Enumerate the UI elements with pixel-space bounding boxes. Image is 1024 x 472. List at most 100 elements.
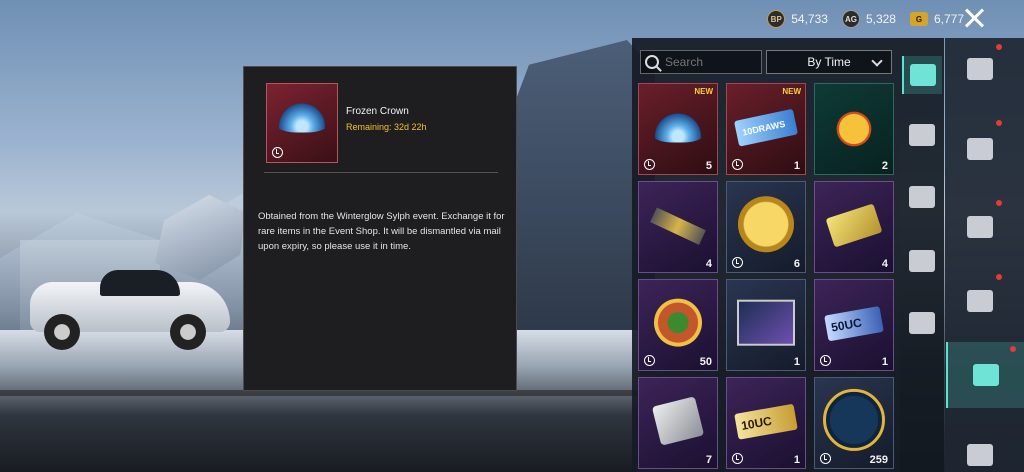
currency-g: G 6,777 <box>909 12 964 26</box>
clock-icon <box>644 159 655 170</box>
divider <box>264 172 498 173</box>
currency-bp: BP 54,733 <box>767 10 828 28</box>
item-tile-gold-coin[interactable]: 6 <box>726 181 806 273</box>
sale-tag-icon <box>909 124 935 146</box>
currency-bar: BP 54,733 AG 5,328 G 6,777 <box>767 8 964 30</box>
item-tile-chicken-emote[interactable]: 2 <box>814 83 894 175</box>
item-tile-uc-voucher-50[interactable]: 50UC 1 <box>814 279 894 371</box>
category-storage[interactable] <box>902 304 942 342</box>
item-count: 1 <box>881 356 888 368</box>
category-rail[interactable] <box>902 178 942 216</box>
item-tile-medal[interactable]: 50 <box>638 279 718 371</box>
currency-ag: AG 5,328 <box>841 10 896 28</box>
clock-icon <box>732 453 743 464</box>
item-tile-draw-ticket[interactable]: NEW 10DRAWS 1 <box>726 83 806 175</box>
item-count: 2 <box>881 160 888 172</box>
photo-frame-icon <box>737 299 795 346</box>
bp-amount: 54,733 <box>791 12 828 26</box>
firework-rocket-icon <box>823 388 885 451</box>
notification-dot <box>996 44 1002 50</box>
category-vehicle[interactable] <box>950 196 1010 258</box>
item-description: Obtained from the Winterglow Sylph event… <box>258 211 505 252</box>
item-count: 6 <box>793 258 800 270</box>
g-amount: 6,777 <box>933 12 964 26</box>
category-sale[interactable] <box>902 116 942 154</box>
item-count: 4 <box>881 258 888 270</box>
bp-coin-icon: BP <box>767 10 786 28</box>
g-coin-icon: G <box>909 12 928 26</box>
fire-icon <box>909 250 935 272</box>
search-box[interactable] <box>640 50 762 74</box>
ag-coin-icon: AG <box>841 10 860 28</box>
category-character[interactable] <box>950 38 1010 100</box>
search-input[interactable] <box>665 55 755 69</box>
pistol-icon <box>967 138 993 160</box>
clock-icon <box>820 453 831 464</box>
storage-box-icon <box>909 312 935 334</box>
car-window <box>100 270 180 296</box>
close-icon[interactable] <box>962 6 986 30</box>
item-count: 259 <box>869 454 888 466</box>
gold-coin-icon <box>738 196 794 253</box>
item-count: 1 <box>793 356 800 368</box>
new-badge: NEW <box>694 87 713 96</box>
item-detail-panel: Frozen Crown Remaining: 32d 22h Obtained… <box>243 66 517 391</box>
item-count: 4 <box>705 258 712 270</box>
gold-card-icon <box>825 203 883 248</box>
armor-icon <box>967 290 993 312</box>
notification-dot <box>996 274 1002 280</box>
frozen-crown-icon <box>273 102 331 133</box>
sort-dropdown[interactable]: By Time <box>766 50 892 74</box>
item-count: 7 <box>705 454 712 466</box>
chicken-emote-icon <box>832 104 876 149</box>
item-tile-silver-ticket[interactable]: 7 <box>638 377 718 469</box>
notification-dot <box>996 200 1002 206</box>
car-wheel <box>170 314 206 350</box>
frozen-crown-icon <box>649 112 707 143</box>
car-wheel <box>44 314 80 350</box>
category-column-primary <box>900 38 944 472</box>
silver-ticket-icon <box>651 396 705 446</box>
category-crate[interactable] <box>902 56 942 94</box>
chevron-down-icon <box>871 55 883 67</box>
category-fire[interactable] <box>902 242 942 280</box>
notification-dot <box>1010 346 1016 352</box>
item-tile-uc-voucher-10[interactable]: 10UC 1 <box>726 377 806 469</box>
crate-icon <box>910 64 936 86</box>
sort-value: By Time <box>807 55 851 69</box>
item-remaining-time: Remaining: 32d 22h <box>346 122 427 132</box>
category-avatar[interactable] <box>950 424 1010 472</box>
character-icon <box>967 58 993 80</box>
item-count: 5 <box>705 160 712 172</box>
uc-voucher-icon: 50UC <box>824 306 884 342</box>
clock-icon <box>272 147 283 158</box>
category-weapon[interactable] <box>950 118 1010 180</box>
gun-part-icon <box>650 207 706 245</box>
rail-icon <box>909 186 935 208</box>
clock-icon <box>820 355 831 366</box>
box-icon <box>973 364 999 386</box>
inventory-panel: By Time NEW 5 NEW 10DRAWS 1 2 4 <box>632 38 900 472</box>
item-tile-firework-rocket[interactable]: 259 <box>814 377 894 469</box>
search-icon <box>645 55 659 69</box>
item-tile-photo-frame[interactable]: 1 <box>726 279 806 371</box>
sports-car <box>30 268 230 350</box>
item-thumbnail <box>266 83 338 163</box>
new-badge: NEW <box>782 87 801 96</box>
uc-voucher-icon: 10UC <box>734 403 798 440</box>
item-count: 1 <box>793 160 800 172</box>
avatar-icon <box>967 444 993 466</box>
item-tile-frozen-crown[interactable]: NEW 5 <box>638 83 718 175</box>
item-tile-gold-card[interactable]: 4 <box>814 181 894 273</box>
category-box[interactable] <box>946 342 1024 408</box>
item-count: 50 <box>699 356 712 368</box>
item-name: Frozen Crown <box>346 106 409 117</box>
clock-icon <box>644 355 655 366</box>
notification-dot <box>996 120 1002 126</box>
ticket-text: 10DRAWS <box>741 118 787 138</box>
item-tile-gun-part[interactable]: 4 <box>638 181 718 273</box>
steering-wheel-icon <box>967 216 993 238</box>
category-armor[interactable] <box>950 270 1010 332</box>
clock-icon <box>732 159 743 170</box>
draw-ticket-icon: 10DRAWS <box>733 108 799 147</box>
